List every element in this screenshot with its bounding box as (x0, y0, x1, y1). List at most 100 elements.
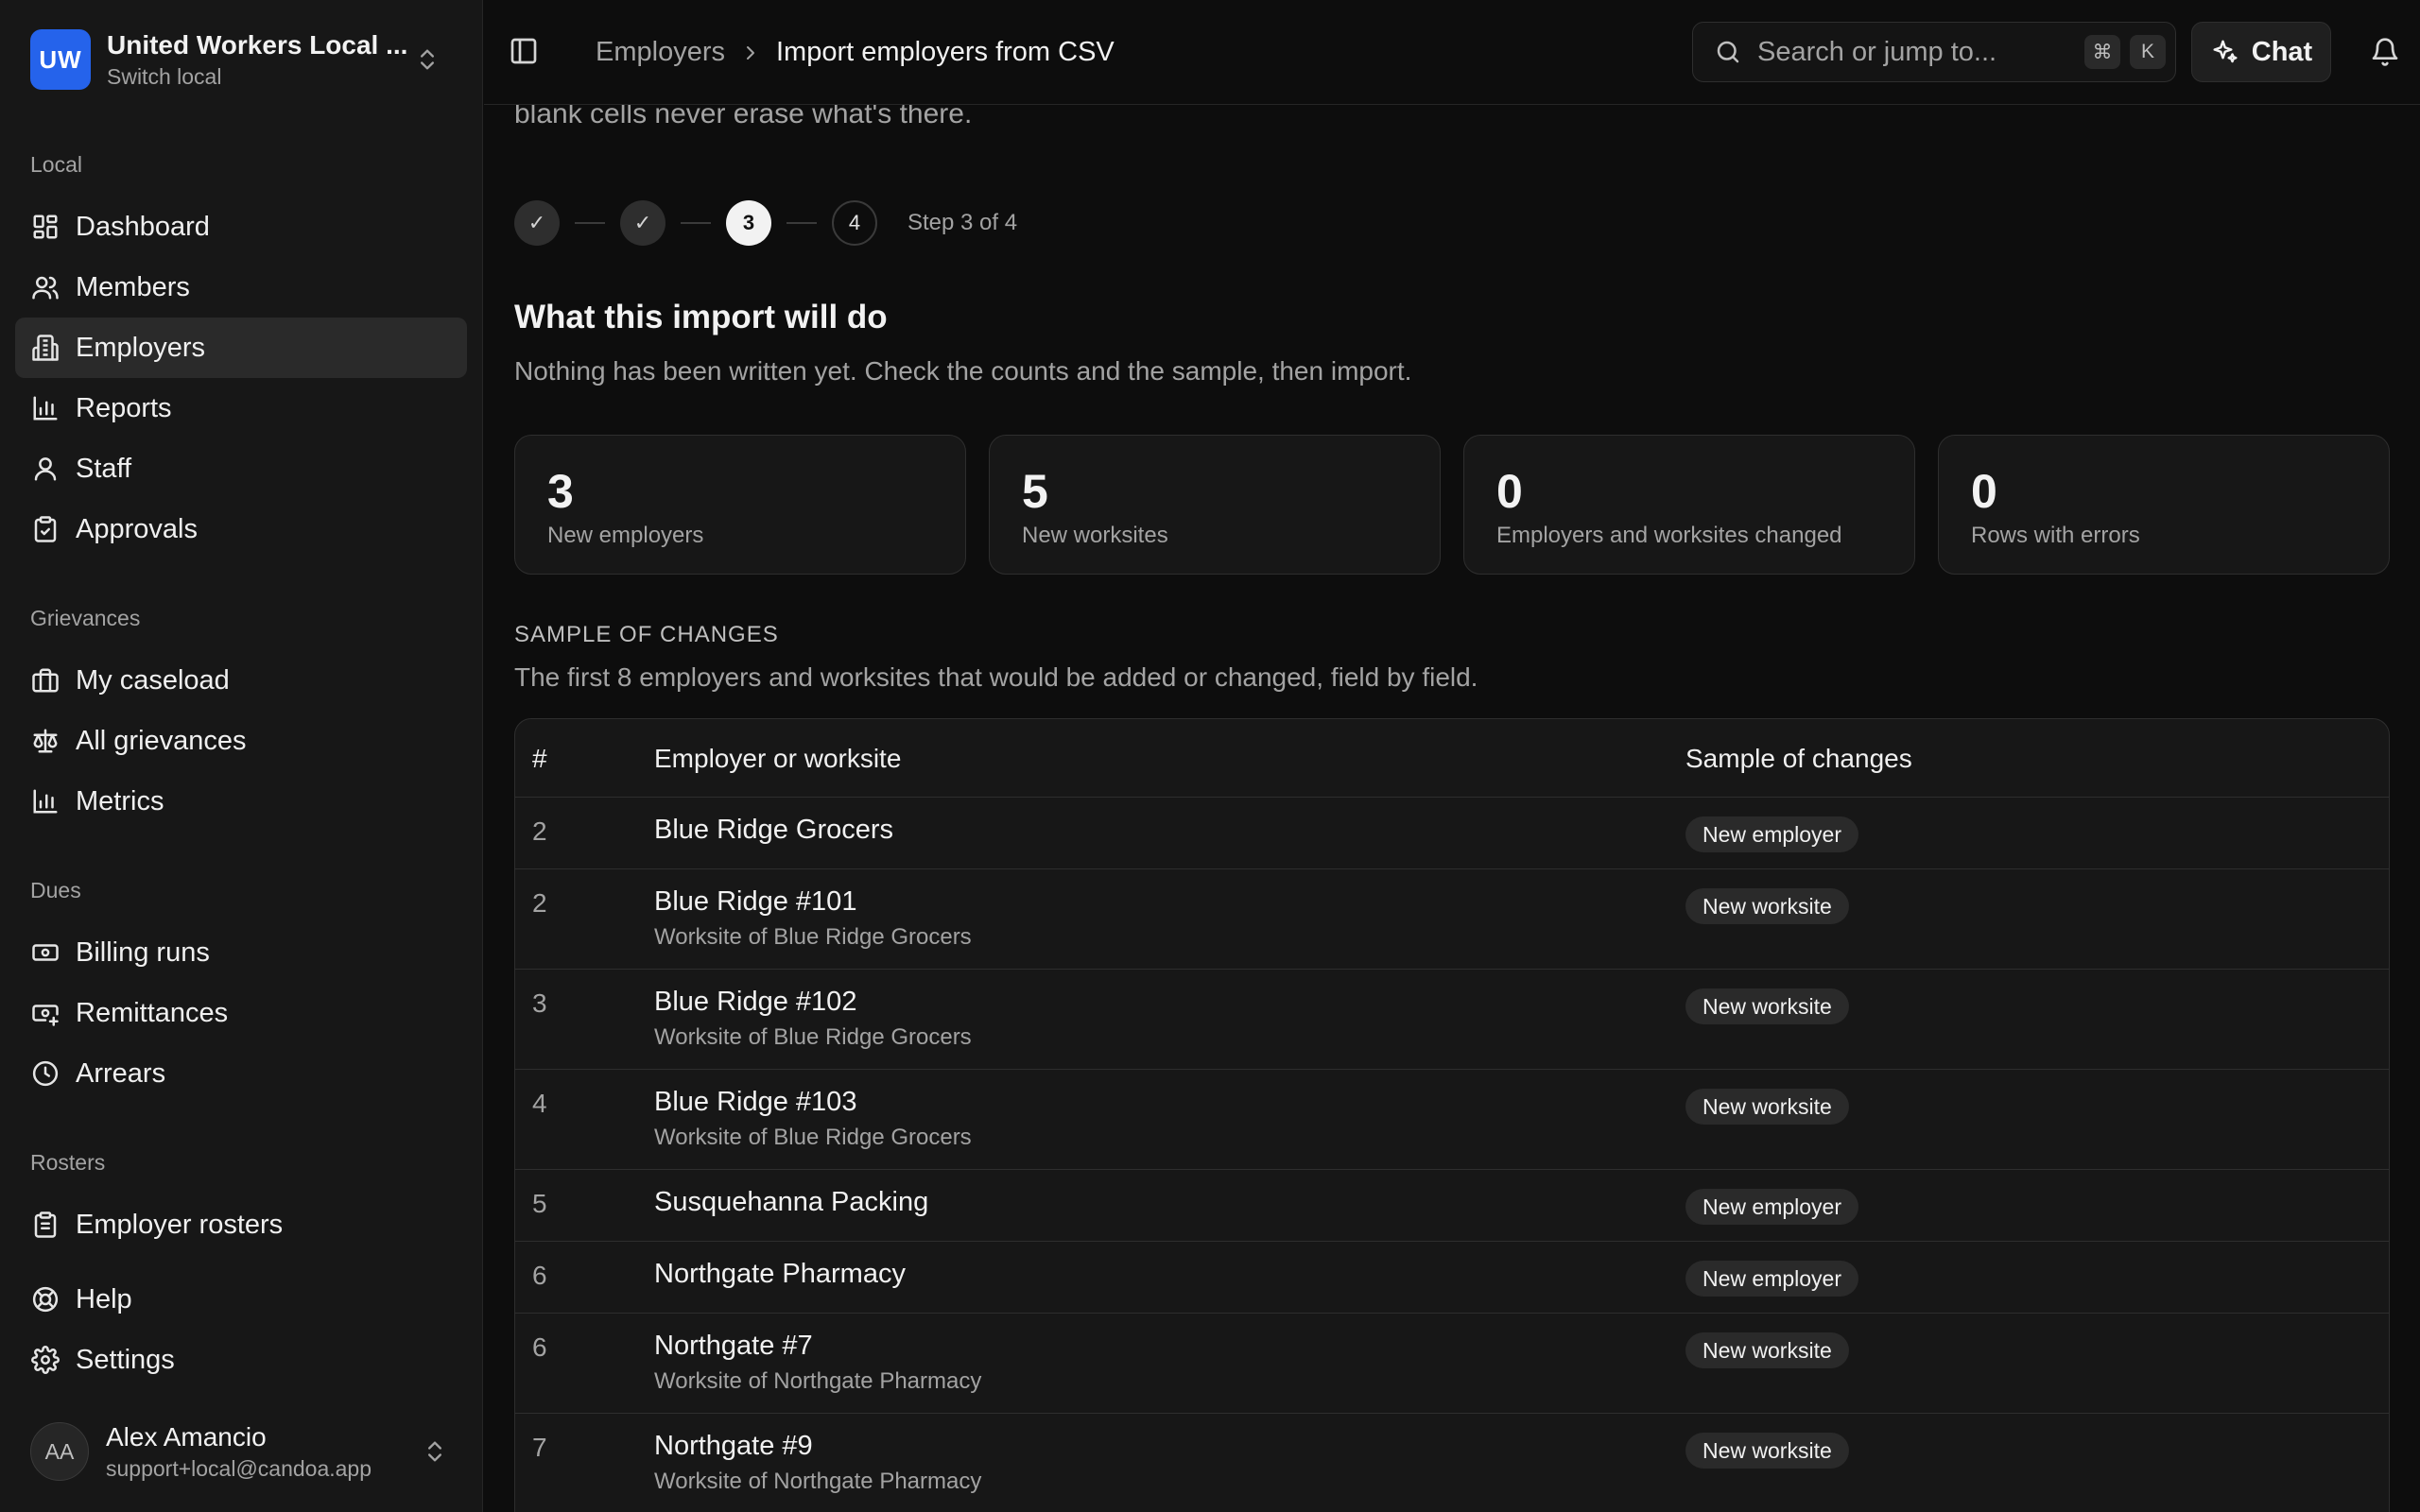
sidebar-item-label: Staff (76, 453, 132, 484)
nav-group-local: Local (30, 152, 82, 177)
row-name: Northgate #7 (654, 1331, 813, 1361)
chevrons-up-down-icon (416, 1433, 454, 1470)
table-row: 6 Northgate #7 Worksite of Northgate Pha… (515, 1314, 2389, 1414)
sidebar-item-remittances[interactable]: Remittances (15, 983, 467, 1043)
step-connector (681, 222, 711, 224)
row-name: Blue Ridge #103 (654, 1087, 857, 1117)
sidebar-item-employers[interactable]: Employers (15, 318, 467, 378)
sidebar-item-all-grievances[interactable]: All grievances (15, 711, 467, 771)
row-name: Blue Ridge #102 (654, 987, 857, 1017)
sidebar-item-arrears[interactable]: Arrears (15, 1043, 467, 1104)
search-icon (1712, 36, 1744, 68)
row-name: Blue Ridge Grocers (654, 815, 894, 845)
kbd-command: ⌘ (2084, 35, 2120, 69)
sidebar-item-label: Members (76, 271, 190, 302)
row-subtitle: Worksite of Blue Ridge Grocers (654, 1125, 972, 1150)
stat-value: 5 (1022, 465, 1048, 518)
sparkles-icon (2210, 37, 2240, 67)
main-content: blank cells never erase what's there. ✓ … (484, 0, 2420, 1512)
dashboard-icon (30, 212, 60, 242)
step-2-check-icon: ✓ (620, 200, 666, 246)
step-connector (786, 222, 817, 224)
chevron-right-icon (736, 39, 765, 67)
lifebuoy-icon (30, 1284, 60, 1314)
sidebar-item-label: Metrics (76, 785, 164, 816)
sidebar-item-label: Dashboard (76, 211, 210, 242)
kbd-k: K (2130, 35, 2166, 69)
sidebar-item-settings[interactable]: Settings (15, 1330, 467, 1390)
column-header-changes: Sample of changes (1685, 744, 1912, 773)
chat-button[interactable]: Chat (2191, 22, 2331, 82)
user-icon (30, 454, 60, 484)
users-icon (30, 272, 60, 302)
row-number: 5 (532, 1189, 547, 1218)
user-menu[interactable]: AA Alex Amancio support+local@candoa.app (15, 1414, 467, 1489)
row-name: Northgate Pharmacy (654, 1259, 906, 1289)
user-email: support+local@candoa.app (106, 1455, 372, 1481)
row-name: Blue Ridge #101 (654, 886, 857, 917)
row-number: 2 (532, 816, 547, 846)
search-input[interactable]: Search or jump to... ⌘ K (1692, 22, 2176, 82)
row-name: Susquehanna Packing (654, 1187, 929, 1217)
breadcrumb-employers[interactable]: Employers (596, 37, 725, 68)
chevrons-up-down-icon (408, 41, 446, 78)
summary-title: What this import will do (514, 299, 888, 335)
nav-group-dues: Dues (30, 878, 81, 902)
change-badge: New worksite (1685, 988, 1849, 1024)
page-title: Import employers from CSV (776, 37, 1115, 67)
sidebar-item-label: Help (76, 1283, 132, 1314)
sidebar-item-my-caseload[interactable]: My caseload (15, 650, 467, 711)
step-indicator: Step 3 of 4 (908, 210, 1018, 235)
sidebar-item-staff[interactable]: Staff (15, 438, 467, 499)
stat-card-new-employers: 3 New employers (514, 435, 966, 575)
row-number: 2 (532, 888, 547, 918)
sidebar-item-members[interactable]: Members (15, 257, 467, 318)
sidebar-item-label: Settings (76, 1344, 175, 1375)
sidebar-item-label: Approvals (76, 513, 198, 544)
step-3: 3 (726, 200, 771, 246)
sidebar-item-label: Reports (76, 392, 172, 423)
sidebar-item-metrics[interactable]: Metrics (15, 771, 467, 832)
table-row: 6 Northgate Pharmacy New employer (515, 1242, 2389, 1314)
sidebar-item-label: All grievances (76, 725, 247, 756)
change-badge: New worksite (1685, 1332, 1849, 1368)
sidebar-item-billing-runs[interactable]: Billing runs (15, 922, 467, 983)
chat-label: Chat (2251, 36, 2313, 67)
sidebar-item-help[interactable]: Help (15, 1269, 467, 1330)
search-placeholder: Search or jump to... (1757, 36, 1997, 67)
sidebar-item-label: Billing runs (76, 936, 210, 968)
sidebar-toggle-icon[interactable] (505, 32, 543, 70)
clipboard-check-icon (30, 514, 60, 544)
org-switcher[interactable]: UW United Workers Local ... Switch local (15, 15, 459, 104)
nav-group-grievances: Grievances (30, 606, 141, 630)
stat-label: Rows with errors (1971, 523, 2140, 548)
avatar: AA (30, 1422, 89, 1481)
row-name: Northgate #9 (654, 1431, 813, 1461)
change-badge: New employer (1685, 816, 1858, 852)
clipboard-list-icon (30, 1210, 60, 1240)
row-subtitle: Worksite of Northgate Pharmacy (654, 1368, 982, 1394)
sidebar-item-label: Arrears (76, 1057, 166, 1089)
gear-icon (30, 1345, 60, 1375)
table-row: 5 Susquehanna Packing New employer (515, 1170, 2389, 1242)
row-number: 7 (532, 1433, 547, 1462)
nav-group-rosters: Rosters (30, 1150, 106, 1175)
briefcase-icon (30, 665, 60, 696)
stat-label: Employers and worksites changed (1496, 523, 1842, 548)
sidebar-item-employer-rosters[interactable]: Employer rosters (15, 1194, 467, 1255)
column-header-employer: Employer or worksite (654, 744, 902, 773)
sidebar-item-dashboard[interactable]: Dashboard (15, 197, 467, 257)
stat-value: 0 (1496, 465, 1523, 518)
bell-icon[interactable] (2365, 32, 2405, 72)
step-connector (575, 222, 605, 224)
row-subtitle: Worksite of Blue Ridge Grocers (654, 1024, 972, 1050)
sidebar-item-approvals[interactable]: Approvals (15, 499, 467, 559)
table-header: # Employer or worksite Sample of changes (515, 719, 2389, 798)
sample-heading: SAMPLE OF CHANGES (514, 622, 779, 647)
sample-description: The first 8 employers and worksites that… (514, 662, 1478, 692)
stepper: ✓ ✓ 3 4 Step 3 of 4 (514, 199, 1017, 247)
table-row: 4 Blue Ridge #103 Worksite of Blue Ridge… (515, 1070, 2389, 1170)
breadcrumb: Employers Import employers from CSV (596, 0, 1115, 105)
stat-value: 3 (547, 465, 574, 518)
sidebar-item-reports[interactable]: Reports (15, 378, 467, 438)
